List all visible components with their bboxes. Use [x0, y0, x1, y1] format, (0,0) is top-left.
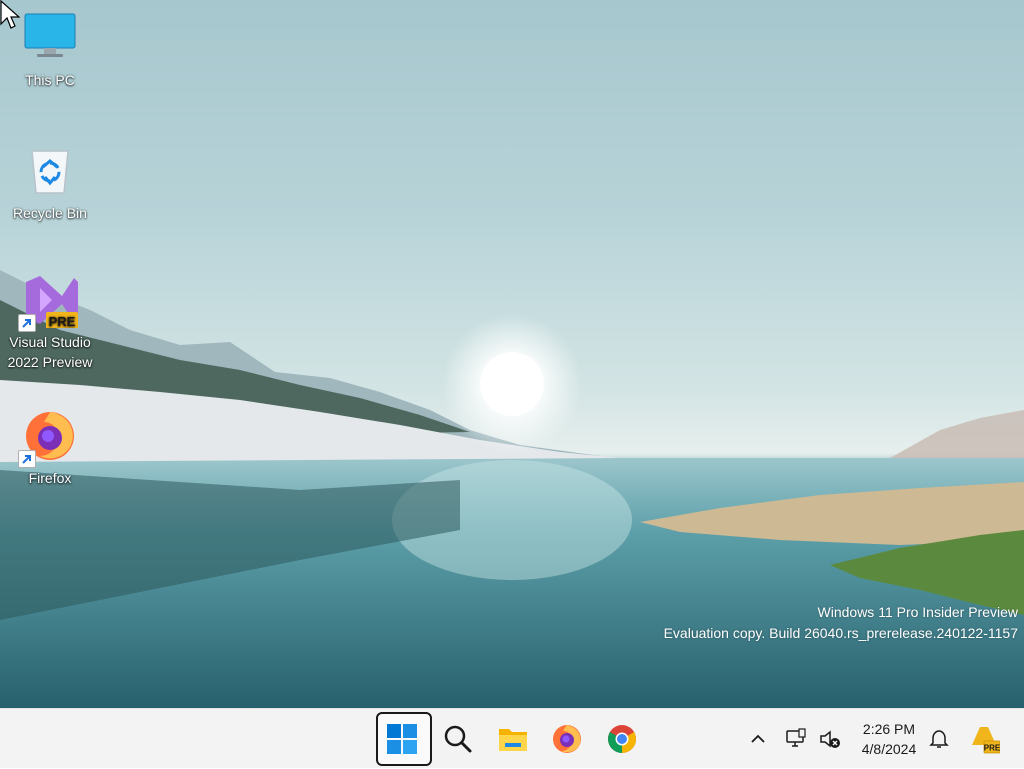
clock[interactable]: 2:26 PM 4/8/2024: [850, 719, 928, 759]
tray-pre-badge: PRE: [984, 744, 1000, 753]
start-button[interactable]: [376, 712, 432, 766]
watermark-build: Evaluation copy. Build 26040.rs_prerelea…: [663, 625, 1018, 641]
network-icon[interactable]: [785, 727, 809, 751]
file-explorer-button[interactable]: [487, 713, 539, 765]
chrome-button[interactable]: [596, 713, 648, 765]
clock-date: 4/8/2024: [861, 741, 917, 757]
computer-monitor-icon: [22, 10, 78, 66]
desktop-icon-firefox[interactable]: Firefox: [2, 408, 98, 488]
firefox-icon: [553, 725, 581, 753]
desktop-icon-label: Visual Studio 2022 Preview: [7, 334, 93, 370]
windows-insider-pre-icon[interactable]: PRE: [968, 723, 1000, 755]
visual-studio-preview-icon: PRE: [18, 272, 78, 332]
mouse-pointer-icon: [0, 0, 20, 29]
firefox-icon: [18, 408, 78, 468]
volume-muted-icon[interactable]: [818, 727, 842, 751]
search-icon: [444, 725, 472, 753]
system-tray: 2:26 PM 4/8/2024 PRE: [740, 709, 1024, 769]
desktop-icon-recycle-bin[interactable]: Recycle Bin: [2, 143, 98, 223]
shortcut-arrow-icon: [18, 450, 36, 468]
taskbar: 2:26 PM 4/8/2024 PRE: [0, 708, 1024, 768]
clock-time: 2:26 PM: [862, 721, 916, 737]
chrome-icon: [608, 725, 636, 753]
notification-bell-icon[interactable]: [928, 728, 950, 750]
desktop-icon-visual-studio-preview[interactable]: PRE Visual Studio 2022 Preview: [2, 272, 98, 372]
taskbar-firefox-button[interactable]: [541, 713, 593, 765]
windows-start-icon: [387, 724, 417, 754]
recycle-bin-icon: [22, 143, 78, 199]
watermark-edition: Windows 11 Pro Insider Preview: [817, 604, 1018, 620]
build-watermark: Windows 11 Pro Insider Preview Evaluatio…: [664, 602, 1018, 644]
desktop-icon-label: Firefox: [28, 470, 72, 486]
shortcut-arrow-icon: [18, 314, 36, 332]
file-explorer-icon: [499, 729, 527, 751]
vs-pre-badge: PRE: [49, 314, 76, 328]
desktop-icon-label: Recycle Bin: [13, 205, 87, 221]
desktop-icon-label: This PC: [25, 72, 75, 88]
chevron-up-icon[interactable]: [749, 730, 767, 748]
desktop-wallpaper: This PC Recycle Bin PRE Visual Studio 20…: [0, 0, 1024, 708]
search-button[interactable]: [432, 713, 484, 765]
